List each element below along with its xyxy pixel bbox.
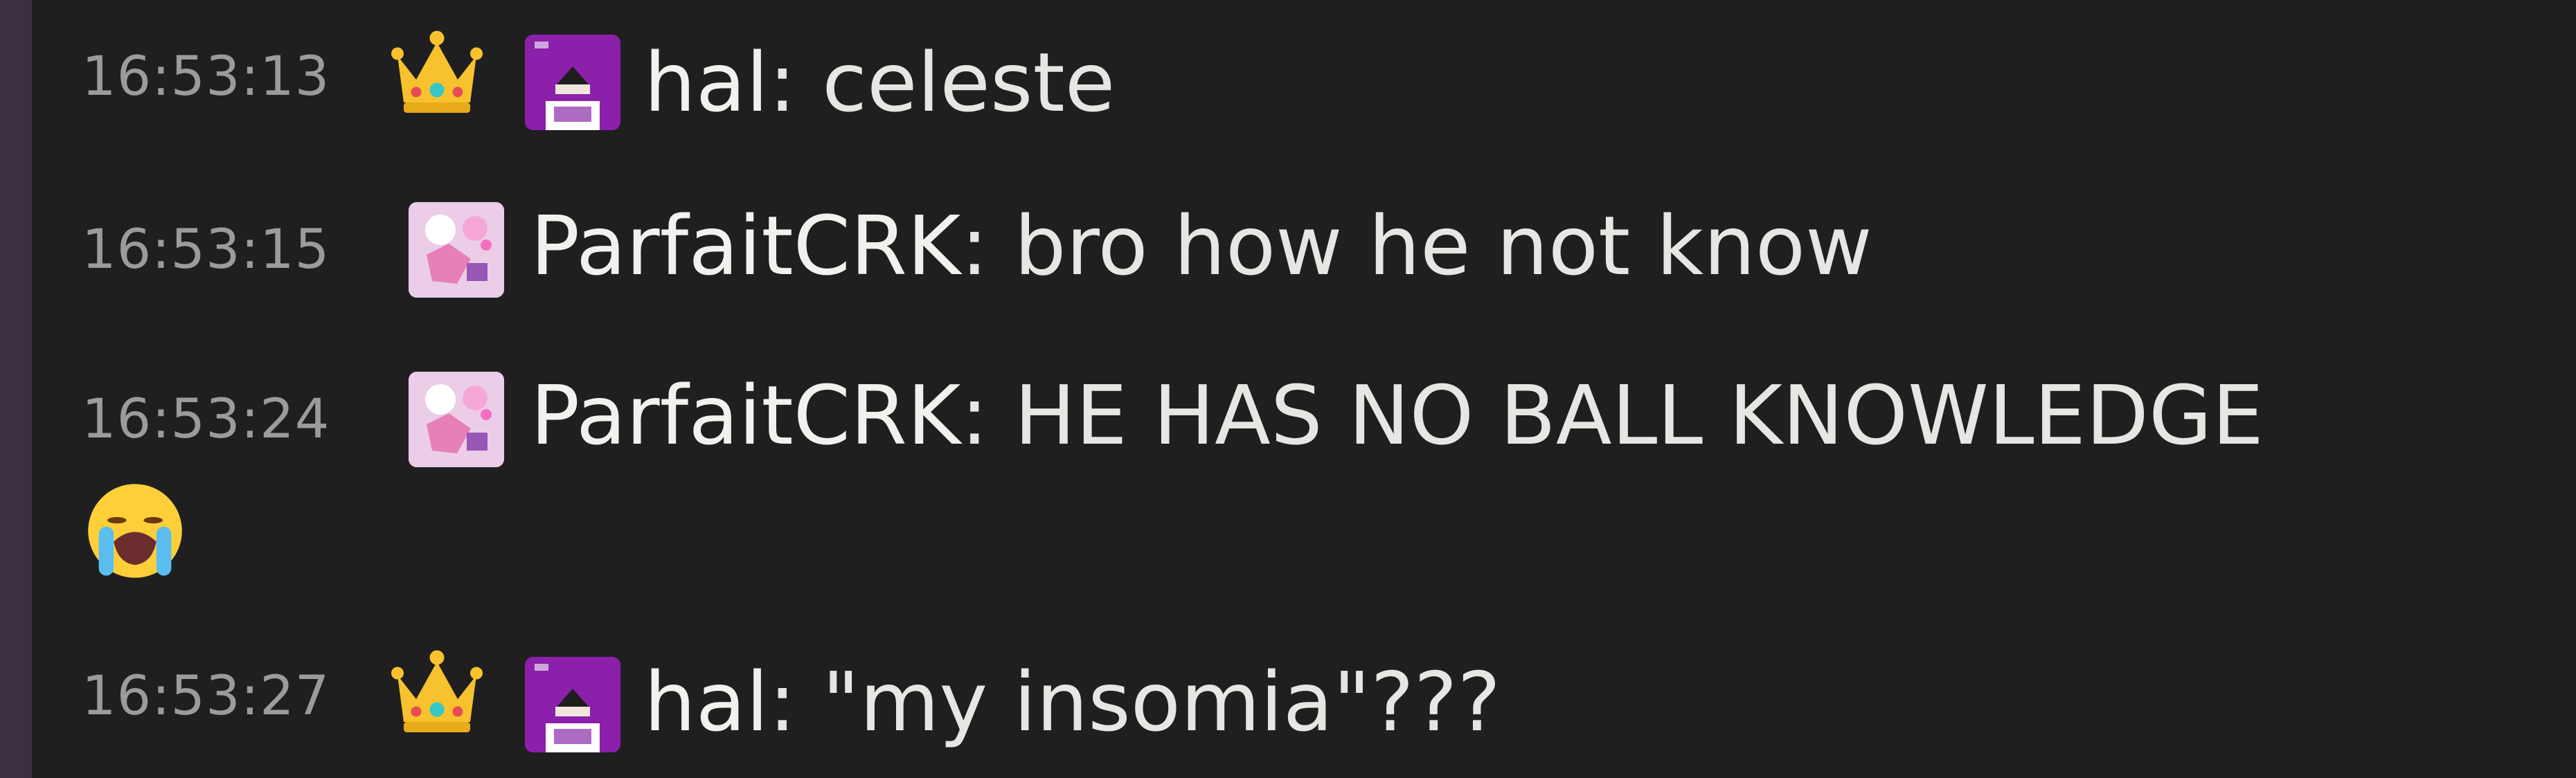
username[interactable]: ParfaitCRK (530, 198, 960, 293)
username[interactable]: hal (644, 654, 769, 750)
left-accent-strip (0, 0, 32, 778)
chat-message[interactable]: 16:53:15 ParfaitCRK: bro how he not know (82, 187, 2561, 311)
message-line: ParfaitCRK: bro how he not know (530, 205, 1872, 287)
message-timestamp: 16:53:13 (82, 46, 330, 108)
message-line: ParfaitCRK: HE HAS NO BALL KNOWLEDGE (530, 374, 2264, 456)
username[interactable]: ParfaitCRK (530, 368, 960, 463)
message-line: hal: "my insomia"??? (644, 661, 1501, 743)
message-text: celeste (822, 35, 1116, 130)
parfaitcrk-avatar[interactable] (409, 372, 504, 467)
crown-icon[interactable] (385, 19, 489, 123)
message-timestamp: 16:53:15 (82, 219, 330, 281)
message-line: hal: celeste (644, 42, 1115, 123)
username-separator: : (960, 198, 989, 293)
message-timestamp: 16:53:27 (82, 665, 330, 727)
message-timestamp: 16:53:24 (82, 388, 330, 451)
loudly-crying-face-icon (88, 484, 182, 578)
crown-icon[interactable] (385, 639, 489, 743)
message-text: "my insomia"??? (822, 654, 1501, 750)
hal-avatar[interactable] (525, 35, 620, 130)
chat-log[interactable]: 16:53:13 hal: celeste 16:53:15 ParfaitCR… (82, 0, 2561, 778)
username-separator: : (960, 368, 989, 463)
username-separator: : (768, 654, 796, 750)
chat-message[interactable]: 16:53:24 ParfaitCRK: HE HAS NO BALL KNOW… (82, 356, 2561, 599)
parfaitcrk-avatar[interactable] (409, 202, 504, 298)
chat-window: 16:53:13 hal: celeste 16:53:15 ParfaitCR… (0, 0, 2576, 778)
hal-avatar[interactable] (525, 657, 620, 752)
username-separator: : (768, 35, 796, 130)
username[interactable]: hal (644, 35, 769, 130)
chat-message[interactable]: 16:53:13 hal: celeste (82, 14, 2561, 138)
message-text: bro how he not know (1014, 198, 1872, 293)
chat-message[interactable]: 16:53:27 hal: "my insomia"??? (82, 633, 2561, 772)
message-text: HE HAS NO BALL KNOWLEDGE (1014, 368, 2264, 463)
